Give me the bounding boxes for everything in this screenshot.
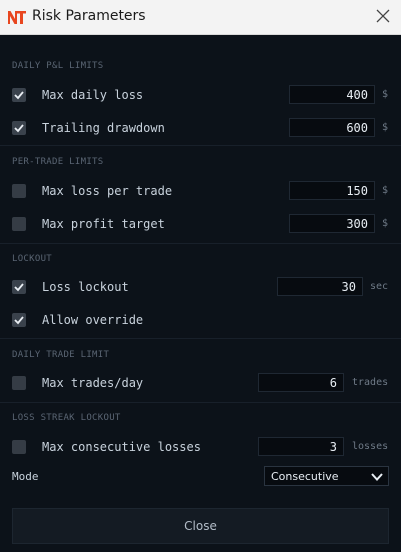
trailing-drawdown-label: Trailing drawdown xyxy=(42,121,165,135)
max-trades-day-checkbox[interactable] xyxy=(12,376,26,390)
max-profit-target-input[interactable] xyxy=(289,214,375,233)
close-button-label: Close xyxy=(184,519,217,533)
close-button[interactable]: Close xyxy=(12,508,389,544)
mode-label: Mode xyxy=(12,470,39,483)
trailing-drawdown-unit: $ xyxy=(382,122,389,133)
max-profit-target-checkbox[interactable] xyxy=(12,217,26,231)
max-trades-day-input[interactable] xyxy=(258,373,344,392)
divider xyxy=(0,243,401,244)
dialog-body: DAILY P&L LIMITS Max daily loss $ Traili… xyxy=(0,35,401,552)
section-loss-streak-lockout: LOSS STREAK LOCKOUT xyxy=(12,413,121,423)
max-loss-per-trade-unit: $ xyxy=(382,185,389,196)
allow-override-label: Allow override xyxy=(42,313,144,327)
section-per-trade-limits: PER-TRADE LIMITS xyxy=(12,157,104,167)
nt-logo-icon xyxy=(8,11,26,24)
title-bar: Risk Parameters xyxy=(0,0,401,35)
divider xyxy=(0,402,401,403)
max-loss-per-trade-label: Max loss per trade xyxy=(42,184,173,198)
check-icon xyxy=(14,124,24,133)
check-icon xyxy=(14,91,24,100)
max-consecutive-losses-checkbox[interactable] xyxy=(12,440,26,454)
max-profit-target-label: Max profit target xyxy=(42,217,165,231)
trailing-drawdown-input[interactable] xyxy=(289,118,375,137)
max-daily-loss-input[interactable] xyxy=(289,85,375,104)
max-loss-per-trade-checkbox[interactable] xyxy=(12,184,26,198)
loss-lockout-input[interactable] xyxy=(277,277,363,296)
max-loss-per-trade-input[interactable] xyxy=(289,181,375,200)
window-title: Risk Parameters xyxy=(32,8,146,24)
check-icon xyxy=(14,283,24,292)
max-profit-target-unit: $ xyxy=(382,218,389,229)
max-daily-loss-checkbox[interactable] xyxy=(12,88,26,102)
check-icon xyxy=(14,316,24,325)
loss-lockout-unit: sec xyxy=(370,281,389,292)
section-daily-trade-limit: DAILY TRADE LIMIT xyxy=(12,350,110,360)
max-consecutive-losses-label: Max consecutive losses xyxy=(42,440,201,454)
loss-lockout-checkbox[interactable] xyxy=(12,280,26,294)
max-consecutive-losses-input[interactable] xyxy=(258,437,344,456)
mode-select-value: Consecutive xyxy=(271,470,339,483)
divider xyxy=(0,145,401,146)
max-trades-day-label: Max trades/day xyxy=(42,376,144,390)
max-trades-day-unit: trades xyxy=(352,377,389,388)
chevron-down-icon xyxy=(371,473,383,481)
divider xyxy=(0,338,401,339)
mode-select[interactable]: Consecutive xyxy=(264,466,389,486)
loss-lockout-label: Loss lockout xyxy=(42,280,129,294)
section-lockout: LOCKOUT xyxy=(12,254,53,264)
section-daily-pnl-limits: DAILY P&L LIMITS xyxy=(12,61,104,71)
close-icon[interactable] xyxy=(373,6,393,26)
max-consecutive-losses-unit: losses xyxy=(352,441,389,452)
max-daily-loss-label: Max daily loss xyxy=(42,88,144,102)
max-daily-loss-unit: $ xyxy=(382,89,389,100)
allow-override-checkbox[interactable] xyxy=(12,313,26,327)
trailing-drawdown-checkbox[interactable] xyxy=(12,121,26,135)
